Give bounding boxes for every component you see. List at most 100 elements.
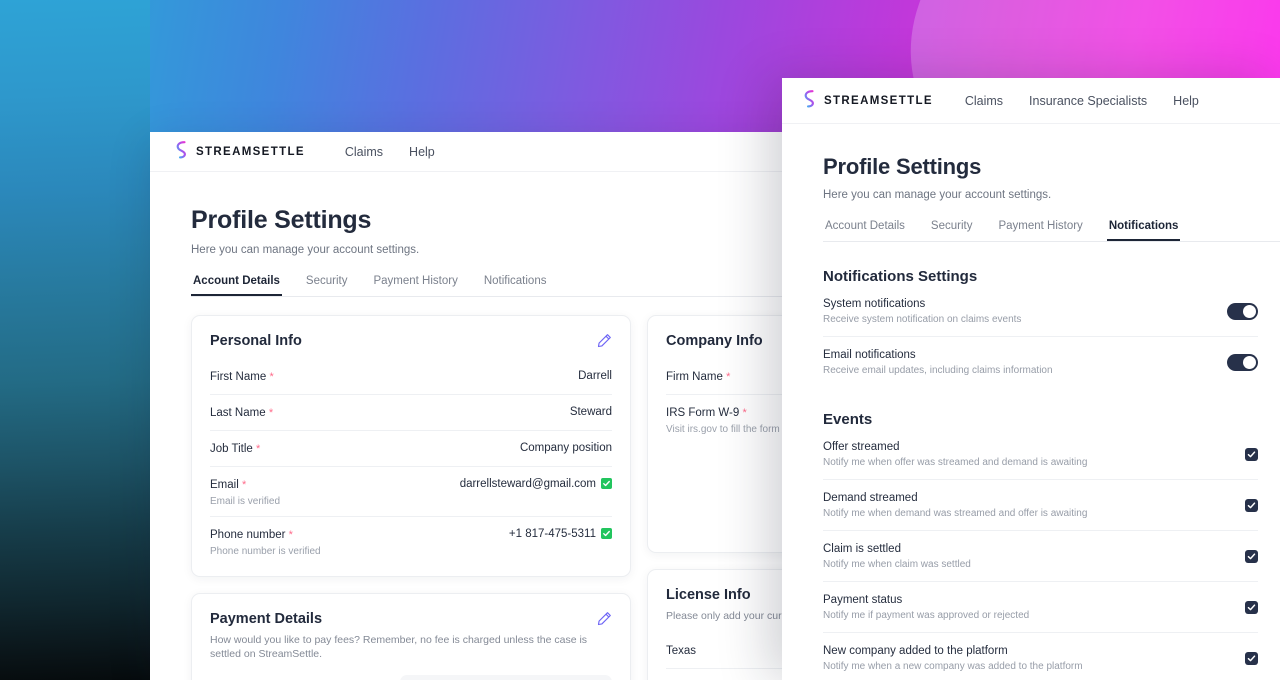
table-row: Email * Email is verified darrellsteward…	[210, 465, 612, 516]
events-title: Events	[823, 411, 873, 428]
toggle-system-notifications[interactable]	[1227, 303, 1258, 320]
list-item: Offer streamed Notify me when offer was …	[823, 428, 1258, 480]
list-item: System notifications Receive system noti…	[823, 285, 1258, 337]
brand-text: STREAMSETTLE	[196, 145, 305, 158]
setting-hint: Receive email updates, including claims …	[823, 365, 1053, 376]
back-page-body: Profile Settings Here you can manage you…	[150, 172, 810, 680]
pencil-icon[interactable]	[597, 611, 612, 626]
row-hint: Visit irs.gov to fill the form	[666, 423, 780, 435]
row-label: Last Name	[210, 406, 266, 419]
row-value: Company position	[519, 441, 612, 454]
nav-link-claims[interactable]: Claims	[345, 145, 383, 159]
checkbox-offer-streamed[interactable]	[1245, 448, 1258, 461]
personal-info-title: Personal Info	[210, 333, 302, 349]
tab-security[interactable]: Security	[929, 220, 975, 241]
tab-account-details[interactable]: Account Details	[823, 220, 907, 241]
brand-text: STREAMSETTLE	[824, 94, 933, 107]
check-icon	[1247, 553, 1256, 560]
list-item: Email notifications Receive email update…	[823, 337, 1258, 387]
saved-card-option[interactable]: VISA **** 9871 Expiry 7/2024	[400, 675, 612, 680]
back-navbar: STREAMSETTLE Claims Help	[150, 132, 810, 172]
back-tabs: Account Details Security Payment History…	[191, 275, 810, 297]
checkbox-payment-status[interactable]	[1245, 601, 1258, 614]
streamsettle-logo-icon	[176, 141, 186, 162]
required-marker: *	[742, 406, 747, 419]
brand-logo[interactable]: STREAMSETTLE	[802, 90, 933, 111]
streamsettle-logo-icon	[804, 90, 814, 111]
row-label: First Name	[210, 371, 267, 383]
tab-payment-history[interactable]: Payment History	[371, 275, 459, 296]
front-page-body: Profile Settings Here you can manage you…	[782, 124, 1280, 680]
required-marker: *	[288, 528, 293, 541]
row-label: Firm Name	[666, 371, 723, 383]
setting-hint: Receive system notification on claims ev…	[823, 314, 1022, 325]
event-label: Claim is settled	[823, 543, 901, 555]
required-marker: *	[241, 478, 247, 491]
notifications-settings-title: Notifications Settings	[823, 268, 978, 285]
page-subtitle: Here you can manage your account setting…	[823, 189, 1052, 201]
foreground-browser-window[interactable]: STREAMSETTLE Claims Insurance Specialist…	[782, 78, 1280, 680]
brand-logo[interactable]: STREAMSETTLE	[174, 141, 305, 162]
required-marker: *	[256, 442, 261, 455]
setting-label: System notifications	[823, 298, 926, 310]
tab-account-details[interactable]: Account Details	[191, 275, 282, 296]
page-title: Profile Settings	[191, 206, 372, 234]
left-column: Personal Info First Name * Darrell Last …	[191, 315, 631, 680]
personal-info-rows: First Name * Darrell Last Name * Steward	[210, 357, 612, 566]
tab-notifications[interactable]: Notifications	[1107, 220, 1181, 241]
row-label: Email	[210, 478, 239, 491]
nav-link-help[interactable]: Help	[1173, 94, 1199, 108]
payment-details-card: Payment Details How would you like to pa…	[191, 592, 631, 680]
row-value: Steward	[569, 405, 612, 418]
tab-security[interactable]: Security	[304, 275, 350, 296]
required-marker: *	[269, 371, 274, 383]
check-icon	[1247, 502, 1256, 509]
list-item: Demand streamed Notify me when demand wa…	[823, 480, 1258, 531]
row-hint: Email is verified	[210, 495, 281, 507]
row-value: Darrell	[578, 370, 612, 382]
personal-info-card: Personal Info First Name * Darrell Last …	[191, 315, 631, 577]
payment-method-row: Debit/Credit Card VISA **** 9871 Expiry …	[210, 661, 612, 680]
table-row: Job Title * Company position	[210, 429, 612, 466]
background-browser-window[interactable]: STREAMSETTLE Claims Help Profile Setting…	[150, 132, 810, 680]
check-icon	[1247, 604, 1256, 611]
background-gradient-left	[0, 0, 150, 680]
notifications-settings-section: Notifications Settings System notificati…	[823, 268, 1280, 680]
nav-link-help[interactable]: Help	[409, 145, 435, 159]
list-item: New company added to the platform Notify…	[823, 633, 1258, 680]
setting-label: Email notifications	[823, 349, 916, 361]
verified-check-icon	[601, 478, 612, 490]
screen-root: STREAMSETTLE Claims Help Profile Setting…	[0, 0, 1280, 680]
company-info-title: Company Info	[666, 333, 763, 349]
list-item: Payment status Notify me if payment was …	[823, 582, 1258, 633]
row-value: +1 817-475-5311	[508, 527, 596, 540]
payment-details-subtitle: How would you like to pay fees? Remember…	[210, 633, 588, 660]
toggle-email-notifications[interactable]	[1227, 354, 1258, 371]
tab-notifications[interactable]: Notifications	[482, 275, 549, 296]
personal-info-header: Personal Info	[210, 333, 612, 349]
event-hint: Notify me when offer was streamed and de…	[823, 457, 1088, 468]
event-label: Offer streamed	[823, 441, 900, 453]
payment-details-header: Payment Details How would you like to pa…	[210, 611, 612, 661]
back-nav-links: Claims Help	[345, 145, 435, 159]
checkbox-claim-is-settled[interactable]	[1245, 550, 1258, 563]
page-subtitle: Here you can manage your account setting…	[191, 244, 420, 256]
nav-link-insurance-specialists[interactable]: Insurance Specialists	[1029, 94, 1147, 108]
event-hint: Notify me when demand was streamed and o…	[823, 508, 1088, 519]
toggle-knob	[1243, 356, 1256, 369]
front-navbar: STREAMSETTLE Claims Insurance Specialist…	[782, 78, 1280, 124]
required-marker: *	[268, 406, 274, 419]
row-label: Phone number	[210, 528, 286, 541]
nav-link-claims[interactable]: Claims	[965, 94, 1003, 108]
row-label: Texas	[666, 645, 697, 658]
check-icon	[1247, 451, 1256, 458]
payment-details-title: Payment Details	[210, 610, 323, 627]
checkbox-demand-streamed[interactable]	[1245, 499, 1258, 512]
checkbox-new-company-added[interactable]	[1245, 652, 1258, 665]
tab-payment-history[interactable]: Payment History	[996, 220, 1084, 241]
table-row: Last Name * Steward	[210, 393, 612, 430]
table-row: Phone number * Phone number is verified …	[210, 515, 612, 566]
row-label: IRS Form W-9	[666, 406, 740, 419]
pencil-icon[interactable]	[597, 333, 612, 348]
event-label: Payment status	[823, 594, 903, 606]
